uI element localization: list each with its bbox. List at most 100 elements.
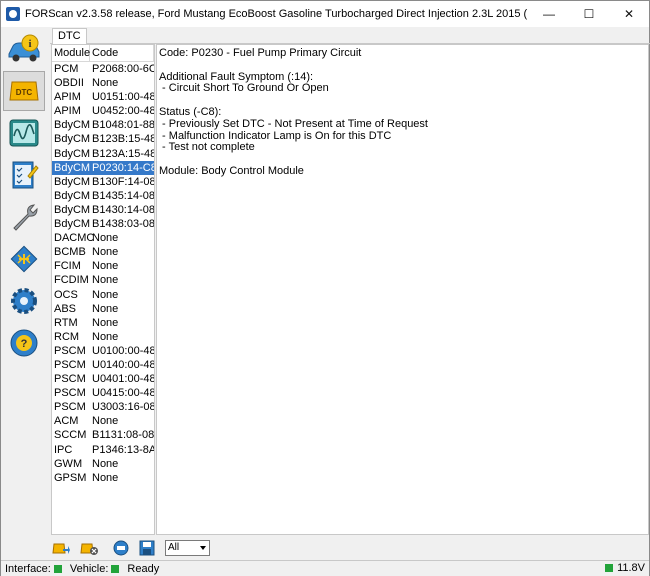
maximize-button[interactable]: ☐	[569, 1, 609, 27]
list-item[interactable]: PSCM U0140:00-48	[52, 358, 154, 372]
left-toolbar: i DTC ?	[1, 27, 49, 535]
code-cell: B1048:01-88	[92, 119, 155, 132]
code-cell: U0140:00-48	[92, 358, 155, 371]
interface-label: Interface:	[5, 562, 51, 575]
module-cell: ABS	[54, 302, 77, 315]
code-cell: None	[92, 457, 119, 470]
module-cell: FCIM	[54, 260, 81, 273]
state-text: Ready	[127, 562, 160, 575]
list-item[interactable]: BdyCM B130F:14-08	[52, 175, 154, 189]
module-cell: BdyCM	[54, 203, 91, 216]
list-item[interactable]: BdyCM B1048:01-88	[52, 118, 154, 132]
detail-line	[159, 95, 646, 107]
close-button[interactable]: ✕	[609, 1, 649, 27]
list-item[interactable]: BdyCM P0230:14-C8	[52, 160, 155, 175]
code-cell: P0230:14-C8	[92, 161, 155, 174]
list-item[interactable]: PSCM U3003:16-08	[52, 400, 154, 414]
dtc-list[interactable]: Module Code PCM P2068:00-6C OBDII None APIM U…	[51, 44, 155, 535]
dtc-button[interactable]: DTC	[3, 71, 45, 111]
module-cell: BdyCM	[54, 161, 91, 174]
detail-text: Code: P0230 - Fuel Pump Primary Circuit A…	[159, 47, 646, 178]
code-cell: P1346:13-8A	[92, 443, 155, 456]
list-item[interactable]: GWM None	[52, 457, 154, 471]
oscilloscope-icon	[9, 119, 39, 147]
module-cell: PSCM	[54, 358, 86, 371]
tests-button[interactable]	[3, 155, 45, 195]
forscan-logo-icon	[6, 7, 20, 21]
clear-dtc-button[interactable]	[79, 539, 99, 557]
list-item[interactable]: RTM None	[52, 316, 154, 330]
list-item[interactable]: BCMB None	[52, 245, 154, 259]
dtc-filter-select[interactable]: All	[165, 540, 210, 556]
programming-button[interactable]	[3, 239, 45, 279]
list-item[interactable]: DACMC None	[52, 231, 154, 245]
list-item[interactable]: FCIM None	[52, 259, 154, 273]
svg-text:i: i	[28, 38, 31, 50]
list-item[interactable]: PCM P2068:00-6C	[52, 62, 154, 76]
service-button[interactable]	[3, 197, 45, 237]
code-cell: U0452:00-48	[92, 105, 155, 118]
code-cell: U0401:00-48	[92, 373, 155, 386]
module-cell: PSCM	[54, 344, 86, 357]
list-item[interactable]: ACM None	[52, 414, 154, 428]
vehicle-led-icon	[111, 564, 120, 573]
module-cell: RCM	[54, 330, 80, 343]
module-cell: PSCM	[54, 387, 86, 400]
code-cell: None	[92, 246, 119, 259]
code-cell: None	[92, 330, 119, 343]
vehicle-info-button[interactable]: i	[3, 29, 45, 69]
column-header-module[interactable]: Module	[52, 45, 90, 61]
module-cell: BCMB	[54, 246, 86, 259]
list-item[interactable]: FCDIM None	[52, 273, 154, 287]
bottom-toolbar: All	[49, 537, 649, 559]
list-item[interactable]: PSCM U0401:00-48	[52, 372, 154, 386]
checklist-icon	[12, 161, 39, 189]
interface-led-icon	[53, 564, 62, 573]
help-button[interactable]: ?	[3, 323, 45, 363]
list-item[interactable]: OCS None	[52, 288, 154, 302]
vehicle-status: Vehicle:	[66, 563, 124, 575]
list-item[interactable]: GPSM None	[52, 471, 154, 485]
code-cell: U0100:00-48	[92, 344, 155, 357]
list-item[interactable]: APIM U0452:00-48	[52, 104, 154, 118]
code-cell: B1131:08-08	[92, 429, 155, 442]
tab-dtc[interactable]: DTC	[52, 28, 87, 45]
list-item[interactable]: APIM U0151:00-48	[52, 90, 154, 104]
live-data-button[interactable]	[3, 113, 45, 153]
list-item[interactable]: BdyCM B123A:15-48	[52, 147, 154, 161]
module-cell: BdyCM	[54, 189, 91, 202]
module-cell: GPSM	[54, 471, 87, 484]
list-item[interactable]: PSCM U0100:00-48	[52, 344, 154, 358]
list-item[interactable]: PSCM U0415:00-48	[52, 386, 154, 400]
list-rows: PCM P2068:00-6C OBDII None APIM U0151:00-48 AP…	[52, 62, 154, 485]
list-item[interactable]: BdyCM B1435:14-08	[52, 189, 154, 203]
module-cell: IPC	[54, 443, 73, 456]
list-item[interactable]: IPC P1346:13-8A	[52, 443, 154, 457]
settings-button[interactable]	[3, 281, 45, 321]
code-cell: None	[92, 77, 119, 90]
help-icon: ?	[10, 329, 38, 357]
list-item[interactable]: BdyCM B1430:14-08	[52, 203, 154, 217]
minimize-button[interactable]: —	[529, 1, 569, 27]
svg-text:?: ?	[21, 338, 28, 350]
list-item[interactable]: RCM None	[52, 330, 154, 344]
gear-icon	[11, 288, 37, 314]
tab-strip: DTC	[50, 27, 650, 45]
refresh-button[interactable]	[111, 539, 131, 557]
code-cell: None	[92, 316, 119, 329]
list-item[interactable]: OBDII None	[52, 76, 154, 90]
list-item[interactable]: BdyCM B1438:03-08	[52, 217, 154, 231]
svg-text:DTC: DTC	[16, 88, 33, 97]
code-cell: B130F:14-08	[92, 175, 155, 188]
column-header-code[interactable]: Code	[90, 45, 154, 61]
module-cell: PSCM	[54, 401, 86, 414]
save-button[interactable]	[137, 539, 157, 557]
list-item[interactable]: BdyCM B123B:15-48	[52, 132, 154, 146]
module-cell: BdyCM	[54, 133, 91, 146]
module-cell: BdyCM	[54, 119, 91, 132]
list-item[interactable]: ABS None	[52, 302, 154, 316]
read-dtc-button[interactable]	[51, 539, 71, 557]
code-cell: None	[92, 302, 119, 315]
status-bar: Interface: Vehicle: Ready 11.8V	[1, 560, 649, 576]
list-item[interactable]: SCCM B1131:08-08	[52, 428, 154, 442]
